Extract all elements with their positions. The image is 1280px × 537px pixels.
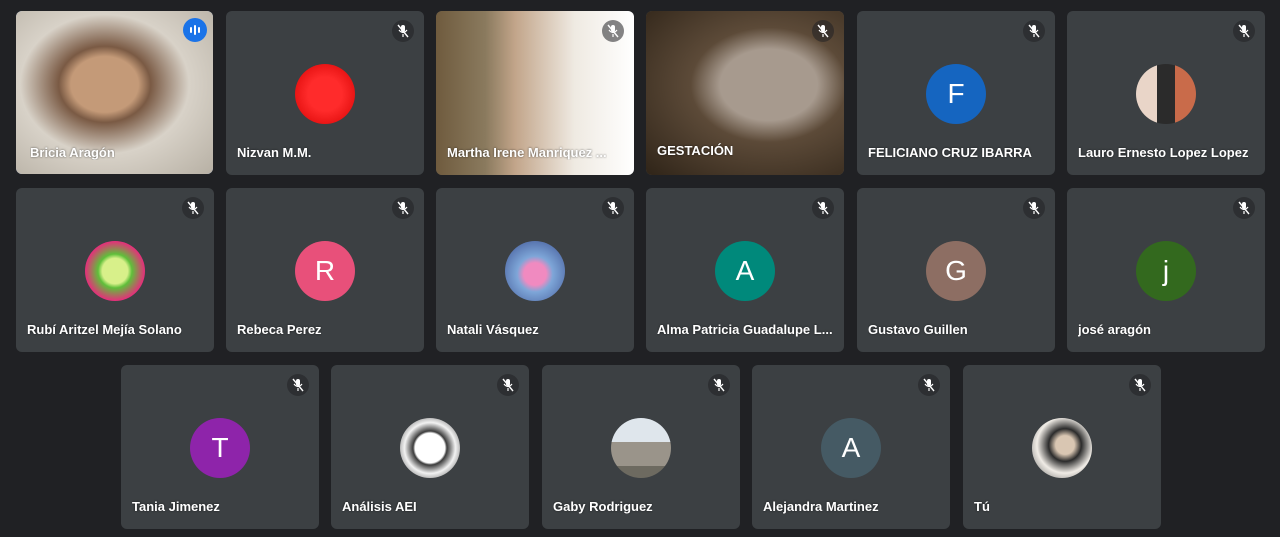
participant-name: Rebeca Perez — [237, 322, 322, 337]
person-photo-avatar-icon — [505, 241, 565, 301]
participant-tile[interactable]: T Tania Jimenez — [121, 365, 319, 529]
initial-avatar: A — [821, 418, 881, 478]
initial-avatar: F — [926, 64, 986, 124]
participant-name: Bricia Aragón — [30, 145, 115, 160]
mic-off-icon — [812, 197, 834, 219]
participant-name: GESTACIÓN — [657, 143, 734, 158]
mic-off-icon — [812, 20, 834, 42]
participant-tile[interactable]: Lauro Ernesto Lopez Lopez — [1067, 11, 1265, 175]
participant-row-1: Bricia Aragón Nizvan M.M. Martha Irene M… — [0, 11, 1280, 177]
participant-row-2: Rubí Aritzel Mejía Solano R Rebeca Perez… — [0, 188, 1280, 354]
participant-name: Alejandra Martinez — [763, 499, 879, 514]
mic-off-icon — [708, 374, 730, 396]
mic-off-icon — [602, 197, 624, 219]
participant-tile[interactable]: R Rebeca Perez — [226, 188, 424, 352]
participant-grid: Bricia Aragón Nizvan M.M. Martha Irene M… — [0, 0, 1280, 537]
participant-name: Lauro Ernesto Lopez Lopez — [1078, 145, 1249, 160]
participant-name: Tú — [974, 499, 990, 514]
mic-off-icon — [392, 20, 414, 42]
initial-avatar: R — [295, 241, 355, 301]
mic-off-icon — [1023, 20, 1045, 42]
participant-tile[interactable]: Natali Vásquez — [436, 188, 634, 352]
cartoon-avatar-icon — [85, 241, 145, 301]
participant-tile[interactable]: Nizvan M.M. — [226, 11, 424, 175]
participant-tile[interactable]: Rubí Aritzel Mejía Solano — [16, 188, 214, 352]
emblem-avatar-icon — [400, 418, 460, 478]
mic-off-icon — [1233, 20, 1255, 42]
initial-avatar: A — [715, 241, 775, 301]
participant-name: Alma Patricia Guadalupe L... — [657, 322, 833, 337]
participant-name: Natali Vásquez — [447, 322, 539, 337]
initial-avatar: T — [190, 418, 250, 478]
mic-off-icon — [497, 374, 519, 396]
mic-off-icon — [918, 374, 940, 396]
participant-tile[interactable]: G Gustavo Guillen — [857, 188, 1055, 352]
participant-tile[interactable]: F FELICIANO CRUZ IBARRA — [857, 11, 1055, 175]
mic-off-icon — [182, 197, 204, 219]
participant-name: Nizvan M.M. — [237, 145, 312, 160]
participant-name: Gaby Rodriguez — [553, 499, 653, 514]
mic-off-icon — [287, 374, 309, 396]
participant-name: Tania Jimenez — [132, 499, 220, 514]
red-dots-avatar-icon — [295, 64, 355, 124]
participant-name: Análisis AEI — [342, 499, 417, 514]
participant-name: josé aragón — [1078, 322, 1151, 337]
participant-name: Gustavo Guillen — [868, 322, 968, 337]
person-photo-avatar-icon — [1032, 418, 1092, 478]
participant-tile[interactable]: A Alejandra Martinez — [752, 365, 950, 529]
mic-off-icon — [1233, 197, 1255, 219]
mic-off-icon — [602, 20, 624, 42]
participant-tile[interactable]: j josé aragón — [1067, 188, 1265, 352]
participant-tile[interactable]: Análisis AEI — [331, 365, 529, 529]
speaking-indicator-icon — [183, 18, 207, 42]
participant-tile[interactable]: Gaby Rodriguez — [542, 365, 740, 529]
mic-off-icon — [392, 197, 414, 219]
participant-tile[interactable]: GESTACIÓN — [646, 11, 844, 175]
participant-name: FELICIANO CRUZ IBARRA — [868, 145, 1032, 160]
participant-tile[interactable]: A Alma Patricia Guadalupe L... — [646, 188, 844, 352]
participant-tile[interactable]: Bricia Aragón — [16, 11, 213, 174]
participant-tile[interactable]: Tú — [963, 365, 1161, 529]
participant-tile[interactable]: Martha Irene Manriquez ... — [436, 11, 634, 175]
initial-avatar: G — [926, 241, 986, 301]
participant-row-3: T Tania Jimenez Análisis AEI Gaby Rodrig… — [0, 365, 1280, 531]
person-photo-avatar-icon — [1136, 64, 1196, 124]
initial-avatar: j — [1136, 241, 1196, 301]
church-photo-avatar-icon — [611, 418, 671, 478]
mic-off-icon — [1129, 374, 1151, 396]
participant-name: Rubí Aritzel Mejía Solano — [27, 322, 182, 337]
participant-name: Martha Irene Manriquez ... — [447, 145, 607, 160]
mic-off-icon — [1023, 197, 1045, 219]
